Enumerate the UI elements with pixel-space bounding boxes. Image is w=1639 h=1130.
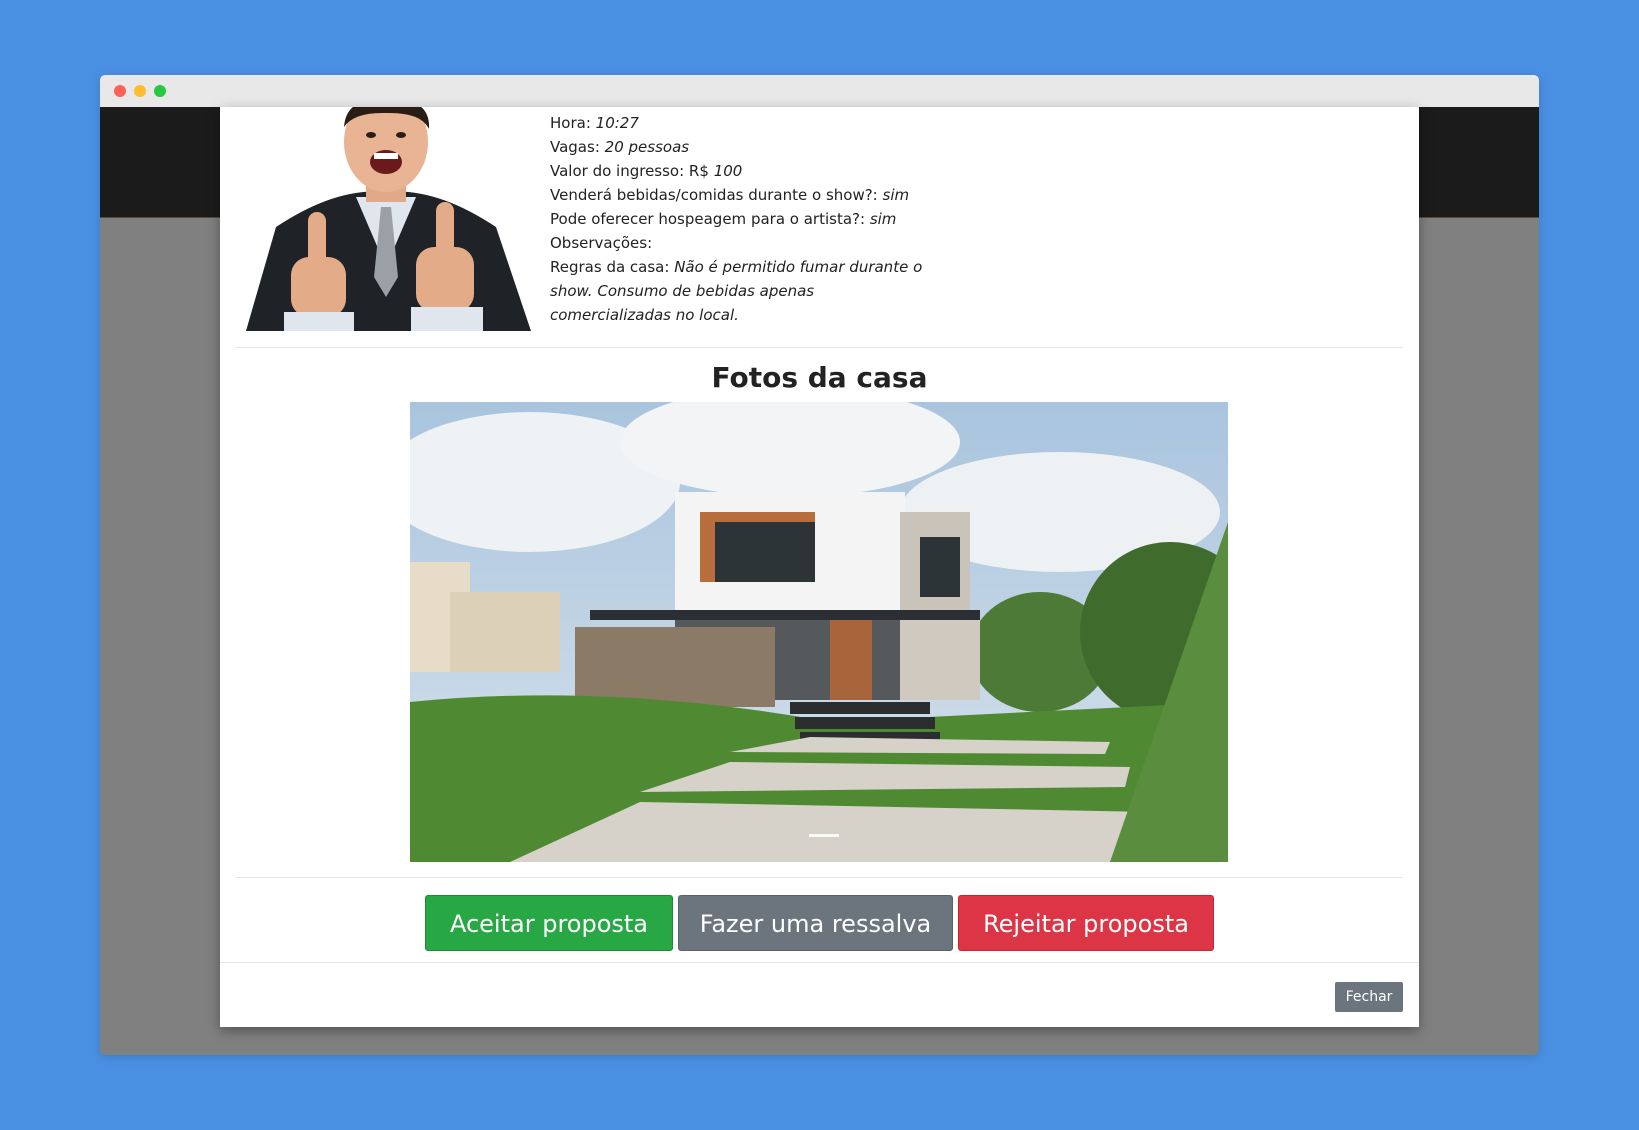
reject-proposal-button[interactable]: Rejeitar proposta bbox=[958, 895, 1214, 951]
close-button[interactable]: Fechar bbox=[1335, 982, 1403, 1012]
browser-window: Hora: 10:27 Vagas: 20 pessoas Valor do i… bbox=[100, 75, 1539, 1055]
event-details: Hora: 10:27 Vagas: 20 pessoas Valor do i… bbox=[550, 111, 930, 327]
make-reservation-button[interactable]: Fazer uma ressalva bbox=[678, 895, 953, 951]
notes-row: Observações: bbox=[550, 234, 653, 252]
businessman-thumbs-up-image bbox=[236, 107, 536, 331]
spots-row: Vagas: 20 pessoas bbox=[550, 138, 690, 156]
proposal-modal: Hora: 10:27 Vagas: 20 pessoas Valor do i… bbox=[220, 107, 1419, 1027]
divider bbox=[236, 347, 1403, 348]
time-row: Hora: 10:27 bbox=[550, 114, 639, 132]
carousel-indicator[interactable] bbox=[809, 834, 839, 837]
sell-food-row: Venderá bebidas/comidas durante o show?:… bbox=[550, 186, 910, 204]
house-rules-row: Regras da casa: Não é permitido fumar du… bbox=[550, 258, 923, 324]
maximize-window-icon[interactable] bbox=[154, 85, 166, 97]
close-window-icon[interactable] bbox=[114, 85, 126, 97]
artist-photo bbox=[236, 107, 536, 331]
photos-title: Fotos da casa bbox=[711, 361, 928, 394]
minimize-window-icon[interactable] bbox=[134, 85, 146, 97]
accept-proposal-button[interactable]: Aceitar proposta bbox=[425, 895, 673, 951]
house-photo-carousel[interactable] bbox=[410, 402, 1228, 862]
lodging-row: Pode oferecer hospeagem para o artista?:… bbox=[550, 210, 897, 228]
proposal-actions: Aceitar proposta Fazer uma ressalva Reje… bbox=[220, 895, 1419, 951]
modal-footer-divider bbox=[220, 962, 1419, 963]
window-titlebar bbox=[100, 75, 1539, 107]
ticket-row: Valor do ingresso: R$ 100 bbox=[550, 162, 743, 180]
house-image bbox=[410, 402, 1228, 862]
divider bbox=[236, 877, 1403, 878]
